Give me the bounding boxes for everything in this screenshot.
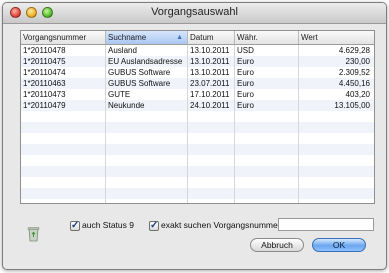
transactions-table[interactable]: Vorgangsnummer Suchname ▲ Datum Währ. We… — [20, 30, 375, 204]
empty-table-row[interactable] — [21, 155, 374, 166]
transaction-number-input[interactable] — [278, 218, 374, 231]
cell-number: 1*20110478 — [23, 46, 66, 55]
cell-currency: Euro — [237, 68, 254, 77]
cell-currency: USD — [237, 46, 254, 55]
cell-value: 13.105,00 — [334, 101, 370, 110]
cell-currency: Euro — [237, 101, 254, 110]
empty-table-row[interactable] — [21, 188, 374, 199]
title-bar: Vorgangsauswahl — [3, 3, 386, 24]
column-divider — [105, 45, 106, 203]
table-row[interactable]: 1*20110473 GUTE 17.10.2011 Euro 403,20 — [21, 89, 374, 100]
checkmark-icon: ✓ — [150, 220, 159, 231]
cell-value: 4.629,28 — [338, 46, 370, 55]
empty-table-row[interactable] — [21, 122, 374, 133]
table-row[interactable]: 1*20110478 Ausland 13.10.2011 USD 4.629,28 — [21, 45, 374, 56]
column-divider — [187, 45, 188, 203]
table-row[interactable]: 1*20110474 GUBUS Software 13.10.2011 Euro 2.… — [21, 67, 374, 78]
cell-number: 1*20110474 — [23, 68, 66, 77]
cell-date: 23.07.2011 — [190, 79, 230, 88]
column-header-name[interactable]: Suchname ▲ — [106, 31, 188, 44]
sort-ascending-icon: ▲ — [176, 34, 183, 41]
cell-currency: Euro — [237, 79, 254, 88]
exact-search-checkbox[interactable]: ✓ — [149, 221, 159, 231]
table-row[interactable]: 1*20110475 EU Auslandsadresse 13.10.2011 Eu… — [21, 56, 374, 67]
trash-icon[interactable] — [27, 225, 40, 242]
cell-date: 13.10.2011 — [190, 68, 230, 77]
cell-value: 2.309,52 — [338, 68, 370, 77]
empty-table-row[interactable] — [21, 133, 374, 144]
cell-name: GUBUS Software — [108, 68, 171, 77]
dialog-window: Vorgangsauswahl Vorgangsnummer Suchname … — [2, 2, 387, 270]
cell-name: EU Auslandsadresse — [108, 57, 183, 66]
ok-button[interactable]: OK — [312, 238, 366, 252]
cell-date: 17.10.2011 — [190, 90, 230, 99]
table-row[interactable]: 1*20110479 Neukunde 24.10.2011 Euro 13.105,0… — [21, 100, 374, 111]
cell-number: 1*20110473 — [23, 90, 66, 99]
empty-table-row[interactable] — [21, 177, 374, 188]
status9-checkbox[interactable]: ✓ — [70, 221, 80, 231]
column-divider — [234, 45, 235, 203]
empty-table-row[interactable] — [21, 166, 374, 177]
cell-name: Ausland — [108, 46, 137, 55]
table-header: Vorgangsnummer Suchname ▲ Datum Währ. We… — [21, 31, 374, 45]
cell-date: 24.10.2011 — [190, 101, 230, 110]
cell-value: 4.450,16 — [338, 79, 370, 88]
cell-currency: Euro — [237, 90, 254, 99]
table-body: 1*20110478 Ausland 13.10.2011 USD 4.629,28 1*… — [21, 45, 374, 203]
column-header-currency[interactable]: Währ. — [235, 31, 299, 44]
table-row[interactable]: 1*20110463 GUBUS Software 23.07.2011 Euro 4.… — [21, 78, 374, 89]
cell-date: 13.10.2011 — [190, 46, 230, 55]
cell-currency: Euro — [237, 57, 254, 66]
cell-value: 403,20 — [345, 90, 370, 99]
cell-name: GUBUS Software — [108, 79, 171, 88]
column-header-name-label: Suchname — [108, 33, 147, 42]
window-title: Vorgangsauswahl — [151, 6, 238, 18]
exact-search-label: exakt suchen Vorgangsnummer — [161, 220, 281, 230]
column-header-number[interactable]: Vorgangsnummer — [21, 31, 106, 44]
cell-number: 1*20110479 — [23, 101, 66, 110]
column-header-value[interactable]: Wert — [299, 31, 374, 44]
cell-number: 1*20110463 — [23, 79, 66, 88]
cell-number: 1*20110475 — [23, 57, 66, 66]
column-divider — [298, 45, 299, 203]
cell-value: 230,00 — [345, 57, 370, 66]
cancel-button[interactable]: Abbruch — [250, 238, 304, 252]
cell-name: Neukunde — [108, 101, 145, 110]
column-header-date[interactable]: Datum — [188, 31, 235, 44]
empty-table-row[interactable] — [21, 111, 374, 122]
cell-name: GUTE — [108, 90, 131, 99]
status9-label: auch Status 9 — [82, 220, 134, 230]
empty-table-row[interactable] — [21, 144, 374, 155]
checkmark-icon: ✓ — [71, 220, 80, 231]
cell-date: 13.10.2011 — [190, 57, 230, 66]
